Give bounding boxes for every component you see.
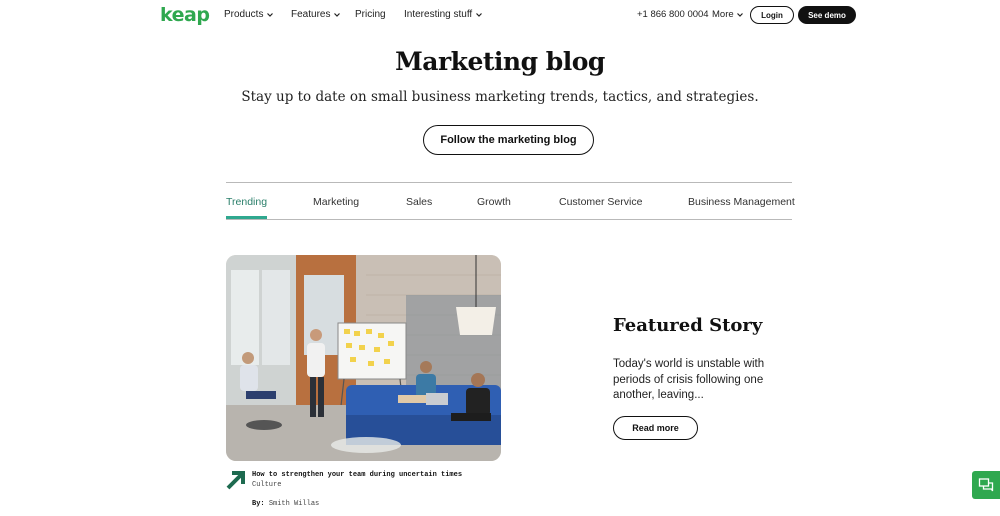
arrow-up-right-icon bbox=[226, 471, 245, 490]
category-tabs: Trending Marketing Sales Growth Customer… bbox=[226, 182, 795, 220]
nav-features[interactable]: Features bbox=[291, 9, 341, 20]
featured-post-author: By: Smith Willas bbox=[252, 500, 319, 508]
page-subtitle: Stay up to date on small business market… bbox=[241, 89, 759, 105]
site-header: keap Products Features Pricing Interesti… bbox=[0, 0, 1000, 30]
nav-features-label: Features bbox=[291, 9, 331, 20]
featured-story-heading: Featured Story bbox=[613, 315, 763, 336]
page-title: Marketing blog bbox=[395, 47, 605, 76]
tab-sales[interactable]: Sales bbox=[406, 196, 432, 208]
office-photo-illustration bbox=[226, 255, 501, 461]
tab-business-management[interactable]: Business Management bbox=[688, 196, 795, 208]
tab-growth[interactable]: Growth bbox=[477, 196, 511, 208]
tab-trending[interactable]: Trending bbox=[226, 196, 267, 208]
chevron-down-icon bbox=[334, 12, 341, 17]
featured-story-description: Today's world is unstable with periods o… bbox=[613, 358, 765, 401]
tab-customer-service[interactable]: Customer Service bbox=[559, 196, 642, 208]
nav-products-label: Products bbox=[224, 9, 264, 20]
more-menu[interactable]: More bbox=[712, 9, 744, 20]
more-label: More bbox=[712, 9, 734, 20]
nav-interesting-stuff-label: Interesting stuff bbox=[404, 9, 473, 20]
see-demo-button[interactable]: See demo bbox=[798, 6, 856, 24]
follow-blog-button[interactable]: Follow the marketing blog bbox=[423, 125, 594, 155]
chevron-down-icon bbox=[267, 12, 274, 17]
featured-story-image[interactable] bbox=[226, 255, 501, 461]
nav-interesting-stuff[interactable]: Interesting stuff bbox=[404, 9, 483, 20]
chevron-down-icon bbox=[476, 12, 483, 17]
chevron-down-icon bbox=[736, 12, 743, 17]
keap-logo[interactable]: keap bbox=[160, 4, 210, 26]
tab-marketing[interactable]: Marketing bbox=[313, 196, 359, 208]
login-button[interactable]: Login bbox=[750, 6, 794, 24]
nav-pricing[interactable]: Pricing bbox=[355, 9, 386, 20]
read-more-button[interactable]: Read more bbox=[613, 416, 698, 440]
phone-number[interactable]: +1 866 800 0004 bbox=[637, 9, 709, 20]
nav-products[interactable]: Products bbox=[224, 9, 274, 20]
active-tab-indicator bbox=[226, 216, 267, 219]
chat-widget-button[interactable] bbox=[972, 471, 1000, 499]
author-name: Smith Willas bbox=[268, 500, 320, 508]
nav-pricing-label: Pricing bbox=[355, 9, 386, 20]
featured-post-title[interactable]: How to strengthen your team during uncer… bbox=[252, 471, 462, 479]
chat-icon bbox=[978, 478, 994, 492]
author-prefix: By: bbox=[252, 500, 265, 508]
featured-post-category[interactable]: Culture bbox=[252, 481, 281, 489]
